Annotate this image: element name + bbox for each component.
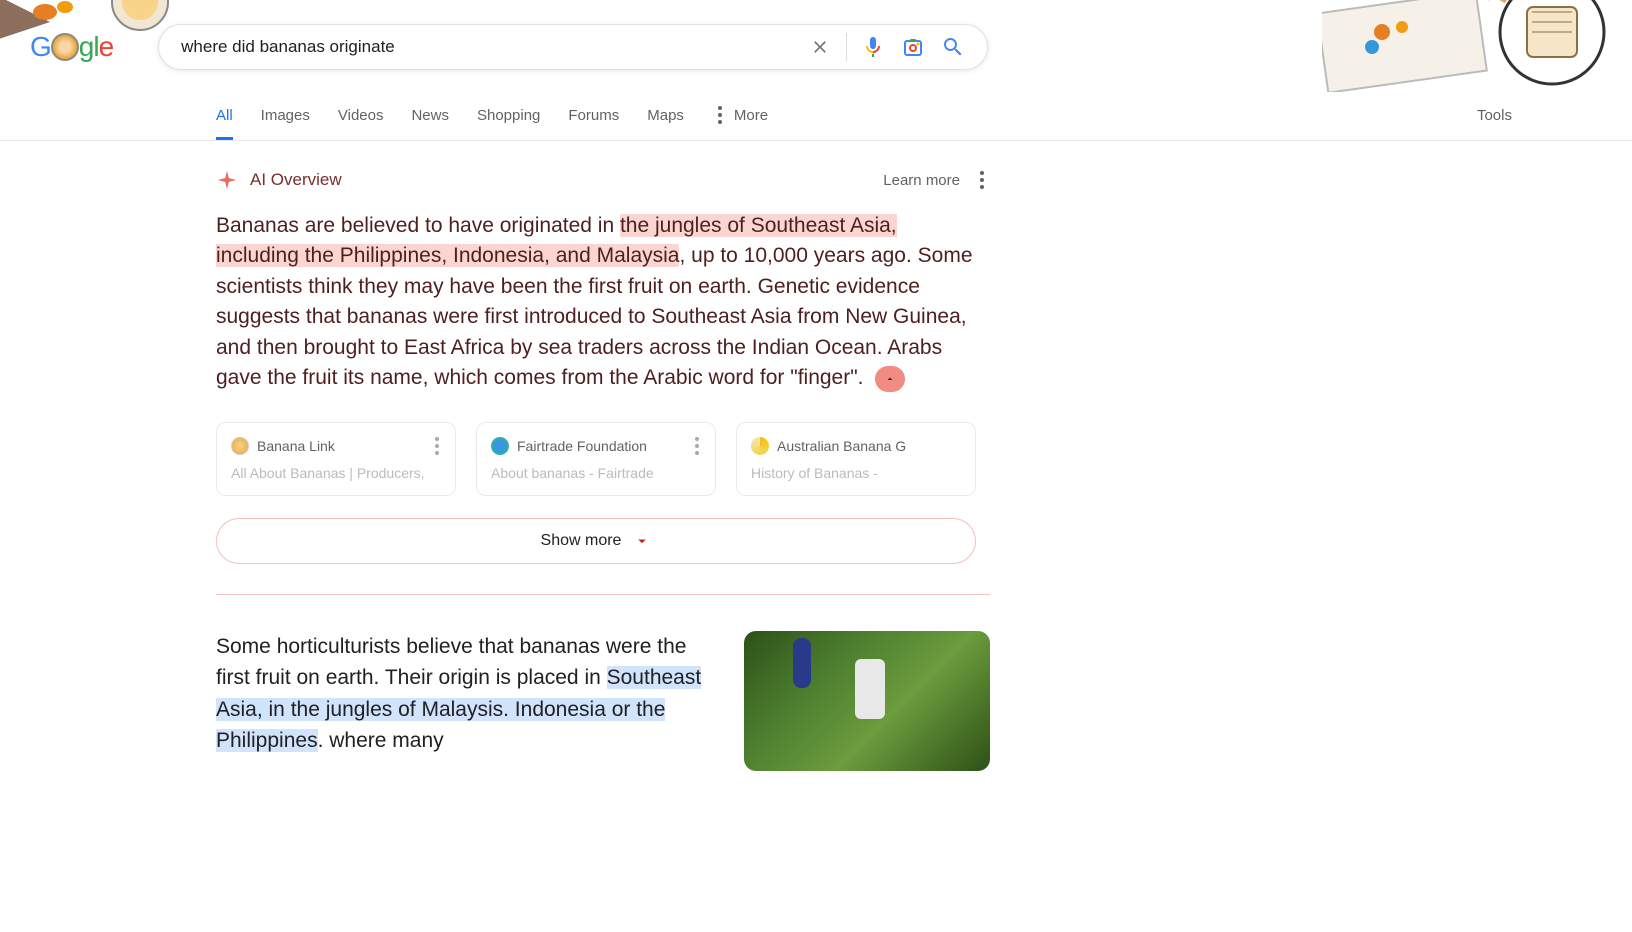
source-subtitle: About bananas - Fairtrade [491,465,701,481]
doodle-decoration-right [1322,0,1632,92]
ai-overview-menu-icon[interactable] [974,171,990,189]
favicon-icon [231,437,249,455]
search-icon[interactable] [933,27,973,67]
tools-button[interactable]: Tools [1477,91,1512,140]
source-name: Australian Banana G [777,438,906,454]
tab-forums[interactable]: Forums [568,91,619,140]
search-tabs: All Images Videos News Shopping Forums M… [0,90,1632,140]
favicon-icon [491,437,509,455]
source-subtitle: History of Bananas - [751,465,961,481]
clear-icon[interactable] [800,27,840,67]
snippet-post: . where many [318,729,444,752]
source-name: Banana Link [257,438,335,454]
tab-all[interactable]: All [216,91,233,140]
source-name: Fairtrade Foundation [517,438,647,454]
featured-snippet: Some horticulturists believe that banana… [216,631,990,771]
ai-overview-title: AI Overview [250,170,342,190]
collapse-button[interactable] [875,366,905,392]
ai-overview-header: AI Overview Learn more [216,169,990,191]
featured-snippet-image[interactable] [744,631,990,771]
doodle-o-icon [51,33,79,61]
ai-overview-text: Bananas are believed to have originated … [216,211,976,394]
search-input[interactable] [173,37,800,57]
tab-images[interactable]: Images [261,91,310,140]
section-divider [216,594,990,595]
search-box[interactable] [158,24,988,70]
google-logo[interactable]: Ggle [30,31,113,63]
tab-shopping[interactable]: Shopping [477,91,540,140]
source-menu-icon[interactable] [689,437,705,455]
source-card[interactable]: Australian Banana G History of Bananas - [736,422,976,496]
separator [846,33,847,61]
ai-text-pre: Bananas are believed to have originated … [216,214,620,237]
source-menu-icon[interactable] [429,437,445,455]
source-subtitle: All About Bananas | Producers, [231,465,441,481]
source-card[interactable]: Banana Link All About Bananas | Producer… [216,422,456,496]
favicon-icon [751,437,769,455]
chevron-down-icon [633,532,651,550]
source-card[interactable]: Fairtrade Foundation About bananas - Fai… [476,422,716,496]
show-more-label: Show more [541,532,622,550]
image-search-icon[interactable] [893,27,933,67]
more-dots-icon [712,106,728,124]
tab-maps[interactable]: Maps [647,91,684,140]
tab-more[interactable]: More [712,90,768,140]
show-more-button[interactable]: Show more [216,518,976,564]
sparkle-icon [216,169,238,191]
tab-videos[interactable]: Videos [338,91,384,140]
voice-search-icon[interactable] [853,27,893,67]
learn-more-link[interactable]: Learn more [883,172,960,189]
tab-news[interactable]: News [411,91,449,140]
ai-sources-row: Banana Link All About Bananas | Producer… [216,422,976,496]
featured-snippet-text: Some horticulturists believe that banana… [216,631,704,771]
tab-more-label: More [734,107,768,124]
